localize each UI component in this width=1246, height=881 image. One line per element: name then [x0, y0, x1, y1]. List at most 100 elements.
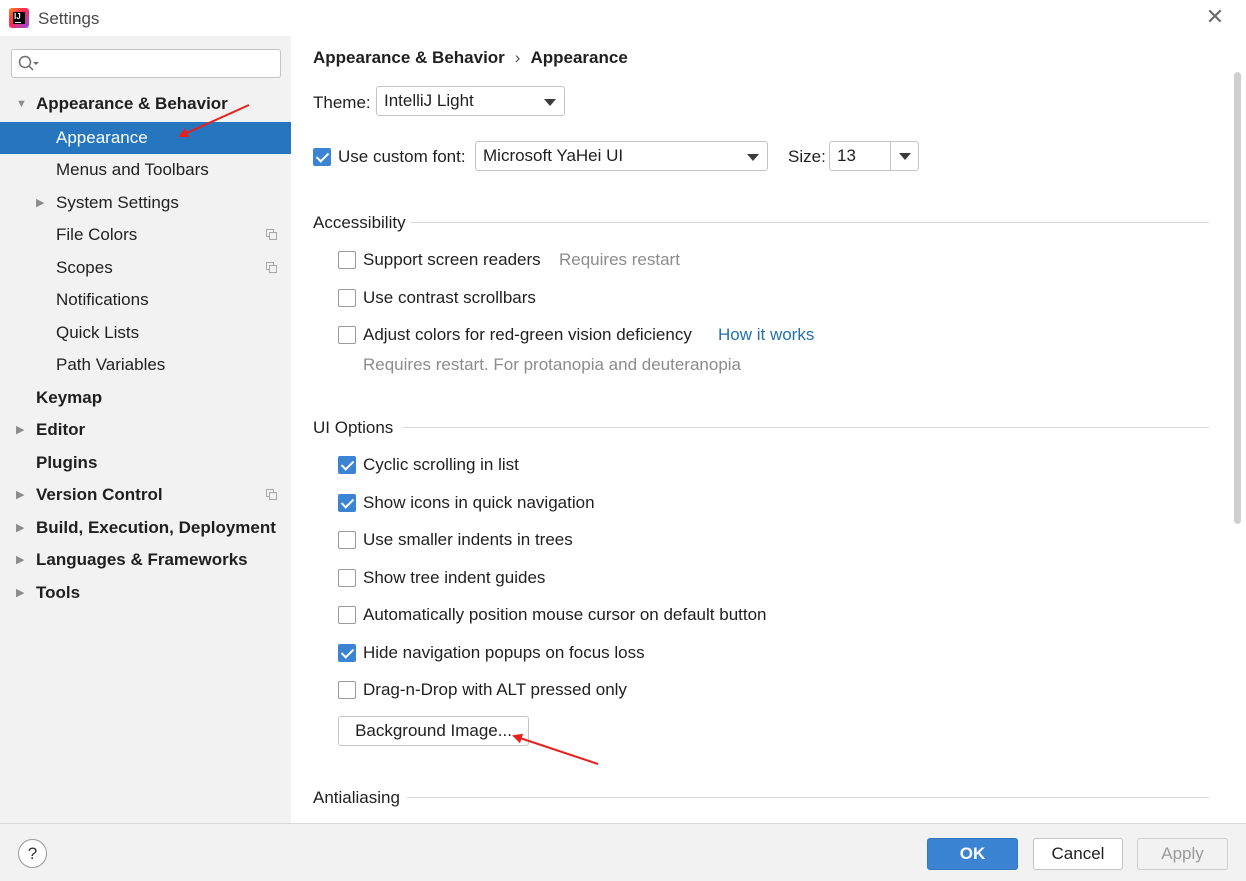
accessibility-section-title: Accessibility [313, 213, 406, 232]
background-image-button[interactable]: Background Image... [338, 716, 529, 746]
expand-right-icon[interactable]: ▶ [16, 414, 24, 446]
cancel-button[interactable]: Cancel [1033, 838, 1123, 870]
sidebar-item-file-colors[interactable]: File Colors [0, 219, 291, 251]
ui-option-checkbox[interactable] [338, 531, 356, 549]
sidebar-item-label: Languages & Frameworks [36, 550, 248, 569]
red-green-deficiency-checkbox[interactable] [338, 326, 356, 344]
contrast-scrollbars-checkbox[interactable] [338, 289, 356, 307]
ui-option-checkbox[interactable] [338, 456, 356, 474]
contrast-scrollbars-label: Use contrast scrollbars [363, 288, 536, 307]
title-bar: IJ Settings ✕ [0, 0, 1246, 36]
sidebar-item-appearance[interactable]: Appearance [0, 122, 291, 154]
apply-button[interactable]: Apply [1137, 838, 1228, 870]
copy-icon [266, 489, 278, 501]
sidebar-item-system-settings[interactable]: ▶ System Settings [0, 187, 291, 219]
ui-option-label: Hide navigation popups on focus loss [363, 643, 645, 662]
sidebar-item-label: File Colors [56, 225, 138, 244]
sidebar-item-label: Quick Lists [56, 323, 140, 342]
ui-option-label: Cyclic scrolling in list [363, 455, 519, 474]
support-screen-readers-label: Support screen readers [363, 250, 541, 269]
window-title: Settings [38, 9, 100, 28]
sidebar-item-menus-and-toolbars[interactable]: Menus and Toolbars [0, 154, 291, 186]
search-input[interactable] [11, 49, 281, 78]
theme-value: IntelliJ Light [384, 91, 474, 110]
sidebar-item-plugins[interactable]: Plugins [0, 447, 291, 479]
section-divider [403, 427, 1209, 428]
ui-option-checkbox[interactable] [338, 644, 356, 662]
ui-option-checkbox[interactable] [338, 606, 356, 624]
sidebar-item-version-control[interactable]: ▶ Version Control [0, 479, 291, 511]
sidebar-item-label: System Settings [56, 193, 179, 212]
sidebar-item-scopes[interactable]: Scopes [0, 252, 291, 284]
font-dropdown[interactable]: Microsoft YaHei UI [475, 141, 768, 171]
help-icon[interactable]: ? [18, 839, 47, 868]
size-label: Size: [788, 147, 826, 166]
chevron-down-icon [899, 153, 911, 160]
font-size-dropdown-button[interactable] [890, 142, 918, 170]
ui-options-section-title: UI Options [313, 418, 394, 437]
use-custom-font-checkbox[interactable] [313, 148, 331, 166]
sidebar-item-label: Appearance & Behavior [36, 94, 228, 113]
ui-option-label: Use smaller indents in trees [363, 530, 573, 549]
breadcrumb: Appearance & Behavior › Appearance [313, 48, 628, 68]
chevron-down-icon [544, 99, 556, 106]
expand-right-icon[interactable]: ▶ [36, 187, 44, 219]
red-green-note: Requires restart. For protanopia and deu… [363, 355, 742, 374]
ui-option-checkbox[interactable] [338, 494, 356, 512]
sidebar-item-editor[interactable]: ▶ Editor [0, 414, 291, 446]
sidebar-item-path-variables[interactable]: Path Variables [0, 349, 291, 381]
expand-down-icon[interactable]: ▼ [16, 88, 27, 120]
ui-option-checkbox[interactable] [338, 569, 356, 587]
how-it-works-link[interactable]: How it works [718, 325, 814, 345]
appearance-settings-panel: Appearance & Behavior › Appearance Theme: … [291, 36, 1246, 823]
sidebar-item-languages-frameworks[interactable]: ▶ Languages & Frameworks [0, 544, 291, 576]
expand-right-icon[interactable]: ▶ [16, 577, 24, 609]
support-screen-readers-checkbox[interactable] [338, 251, 356, 269]
expand-right-icon[interactable]: ▶ [16, 544, 24, 576]
sidebar-item-keymap[interactable]: Keymap [0, 382, 291, 414]
sidebar-item-label: Plugins [36, 453, 98, 472]
sidebar-item-label: Notifications [56, 290, 149, 309]
ui-option-label: Automatically position mouse cursor on d… [363, 605, 767, 624]
font-value: Microsoft YaHei UI [483, 146, 624, 165]
breadcrumb-current: Appearance [530, 48, 628, 67]
ui-option-label: Drag-n-Drop with ALT pressed only [363, 680, 627, 699]
sidebar-item-quick-lists[interactable]: Quick Lists [0, 317, 291, 349]
sidebar-item-label: Build, Execution, Deployment [36, 518, 276, 537]
sidebar-item-appearance-behavior[interactable]: ▼ Appearance & Behavior [0, 88, 291, 120]
section-divider [407, 797, 1209, 798]
sidebar-item-label: Menus and Toolbars [56, 160, 209, 179]
ui-option-checkbox[interactable] [338, 681, 356, 699]
ui-option-label: Show icons in quick navigation [363, 493, 595, 512]
dialog-footer: ? OK Cancel Apply [0, 823, 1246, 881]
ok-button[interactable]: OK [927, 838, 1018, 870]
sidebar-item-tools[interactable]: ▶ Tools [0, 577, 291, 609]
font-size-combo[interactable]: 13 [829, 141, 919, 171]
intellij-idea-icon: IJ [9, 8, 29, 28]
sidebar-item-label: Tools [36, 583, 81, 602]
sidebar-item-notifications[interactable]: Notifications [0, 284, 291, 316]
expand-right-icon[interactable]: ▶ [16, 512, 24, 544]
breadcrumb-parent[interactable]: Appearance & Behavior [313, 48, 505, 67]
sidebar-item-label: Appearance [56, 128, 148, 147]
sidebar-item-build-execution-deployment[interactable]: ▶ Build, Execution, Deployment [0, 512, 291, 544]
vertical-scrollbar[interactable] [1234, 72, 1241, 524]
theme-dropdown[interactable]: IntelliJ Light [376, 86, 565, 116]
use-custom-font-label: Use custom font: [338, 147, 466, 166]
close-icon[interactable]: ✕ [1204, 6, 1226, 28]
breadcrumb-separator: › [514, 48, 521, 67]
sidebar-item-label: Scopes [56, 258, 113, 277]
chevron-down-icon [747, 154, 759, 161]
font-size-value: 13 [837, 146, 856, 165]
copy-icon [266, 262, 278, 274]
settings-sidebar: ▼ Appearance & Behavior Appearance Menus an… [0, 36, 291, 823]
copy-icon [266, 229, 278, 241]
theme-label: Theme: [313, 93, 371, 112]
section-divider [411, 222, 1209, 223]
red-green-deficiency-label: Adjust colors for red-green vision defic… [363, 325, 692, 344]
sidebar-item-label: Version Control [36, 485, 163, 504]
expand-right-icon[interactable]: ▶ [16, 479, 24, 511]
search-icon [18, 55, 39, 71]
ui-option-label: Show tree indent guides [363, 568, 546, 587]
sidebar-item-label: Keymap [36, 388, 103, 407]
